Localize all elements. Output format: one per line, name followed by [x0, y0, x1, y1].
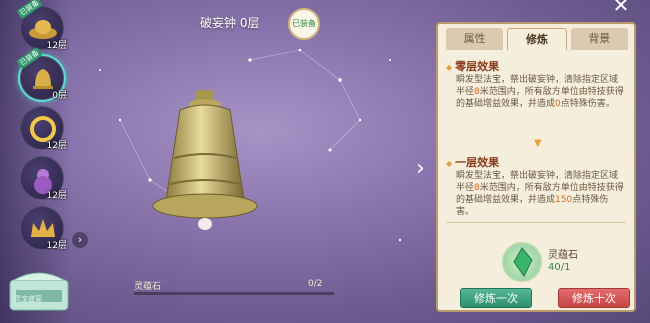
artifact-title: 破妄钟 0层	[200, 16, 260, 30]
artifact-level: 12层	[46, 191, 67, 201]
artifact-slot-ring[interactable]: 12层	[20, 106, 67, 151]
treasure-chest-icon	[9, 272, 69, 311]
treasure-feast-button[interactable]: 灵宝盛宴	[6, 262, 72, 318]
equipped-badge: 已装备	[288, 8, 320, 40]
panel-tabs: 属性 修炼 背景	[446, 28, 628, 50]
artifact-slot-hat[interactable]: 已装备 12层	[16, 0, 67, 51]
level0-description: 瞬发型法宝，祭出破妄钟，清除指定区域半径8米范围内，所有敌方单位由特技获得的基础…	[456, 74, 626, 110]
desc-text: 点特殊伤害。	[560, 99, 615, 109]
artifact-slot-bell[interactable]: 已装备 0层	[16, 46, 67, 101]
tab-cultivation[interactable]: 修炼	[507, 28, 567, 50]
artifact-level: 12层	[46, 41, 67, 51]
cultivate-ten-button[interactable]: 修炼十次	[558, 288, 630, 308]
cultivation-panel: 属性 修炼 背景 零层效果 瞬发型法宝，祭出破妄钟，清除指定区域半径8米范围内，…	[436, 22, 636, 312]
artifact-level: 12层	[46, 241, 67, 251]
treasure-label: 灵宝盛宴	[14, 295, 42, 303]
artifact-slot-crown[interactable]: 12层	[20, 206, 67, 251]
section-title-level1: 一层效果	[446, 154, 499, 170]
close-icon[interactable]: ✕	[610, 0, 632, 16]
item-count: 40/1	[548, 262, 571, 273]
item-name: 灵蕴石	[548, 250, 578, 261]
tab-attributes[interactable]: 属性	[446, 28, 504, 50]
chevron-right-icon[interactable]: ›	[416, 156, 425, 181]
spirit-stone-icon[interactable]	[502, 242, 542, 282]
bell-illustration	[152, 90, 258, 230]
artifact-level: 0层	[52, 91, 67, 101]
progress-bar	[134, 292, 334, 295]
arrow-down-icon: ▼	[534, 138, 542, 149]
artifact-level: 12层	[46, 141, 67, 151]
chevron-right-small-icon[interactable]: ›	[72, 232, 88, 248]
gem-icon	[513, 247, 533, 277]
level1-description: 瞬发型法宝，祭出破妄钟，清除指定区域半径8米范围内，所有敌方单位由特技获得的基础…	[456, 170, 626, 218]
cultivate-once-button[interactable]: 修炼一次	[460, 288, 532, 308]
progress-label: 灵蕴石	[134, 282, 162, 292]
artifact-slot-gourd[interactable]: 12层	[20, 156, 67, 201]
divider	[446, 222, 626, 223]
progress-value: 0/2	[308, 279, 323, 289]
section-title-level0: 零层效果	[446, 58, 499, 74]
tab-background[interactable]: 背景	[570, 28, 628, 50]
desc-damage: 150	[555, 195, 573, 205]
